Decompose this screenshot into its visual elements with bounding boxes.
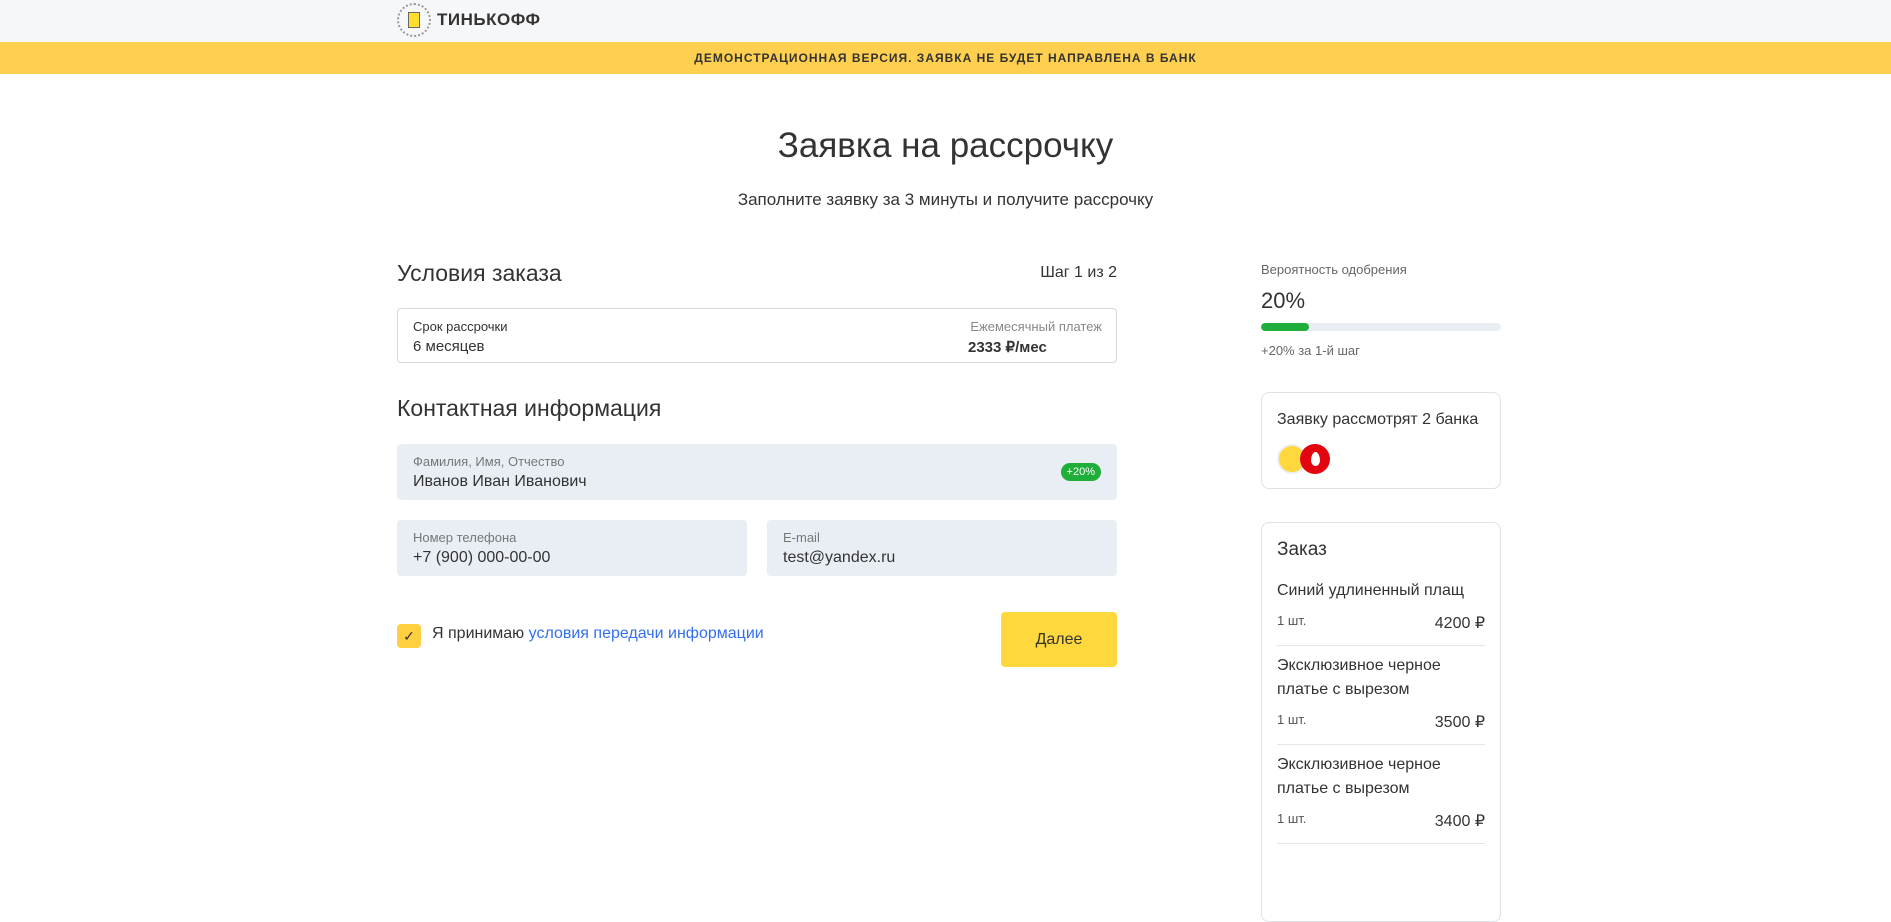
phone-field[interactable]: Номер телефона +7 (900) 000-00-00 <box>397 520 747 576</box>
bonus-badge: +20% <box>1060 463 1101 481</box>
phone-value: +7 (900) 000-00-00 <box>413 549 551 566</box>
full-name-label: Фамилия, Имя, Отчество <box>413 454 565 469</box>
approval-value: 20% <box>1261 288 1306 313</box>
banks-card: Заявку рассмотрят 2 банка <box>1261 392 1501 489</box>
approval-label: Вероятность одобрения <box>1261 262 1407 277</box>
item-price: 3400 ₽ <box>1434 813 1485 830</box>
payment-value: 2333 ₽/мес <box>968 339 1047 356</box>
order-item: Синий удлиненный плащ 1 шт. 4200 ₽ <box>1277 571 1485 646</box>
item-qty: 1 шт. <box>1277 712 1307 727</box>
full-name-field[interactable]: Фамилия, Имя, Отчество Иванов Иван Ивано… <box>397 444 1117 500</box>
contact-heading: Контактная информация <box>397 395 662 421</box>
mts-bank-icon <box>1300 444 1330 474</box>
item-price: 4200 ₽ <box>1434 615 1485 632</box>
item-price: 3500 ₽ <box>1434 714 1485 731</box>
term-label: Срок рассрочки <box>413 319 508 334</box>
order-title: Заказ <box>1277 539 1327 560</box>
item-name: Эксклюзивное черное платье с вырезом <box>1277 756 1441 797</box>
item-name: Эксклюзивное черное платье с вырезом <box>1277 657 1441 698</box>
payment-label: Ежемесячный платеж <box>970 319 1102 334</box>
approval-progress-bar <box>1261 323 1501 331</box>
phone-label: Номер телефона <box>413 530 517 545</box>
email-label: E-mail <box>783 530 820 545</box>
email-field[interactable]: E-mail test@yandex.ru <box>767 520 1117 576</box>
item-name: Синий удлиненный плащ <box>1277 582 1465 599</box>
logo-text: ТИНЬКОФФ <box>437 10 541 29</box>
page-subtitle: Заполните заявку за 3 минуты и получите … <box>737 190 1154 209</box>
step-indicator: Шаг 1 из 2 <box>1040 264 1117 281</box>
agree-label: Я принимаю <box>432 625 529 642</box>
demo-banner: ДЕМОНСТРАЦИОННАЯ ВЕРСИЯ. ЗАЯВКА НЕ БУДЕТ… <box>0 42 1891 74</box>
agree-text: Я принимаю условия передачи информации <box>432 625 764 643</box>
check-icon: ✓ <box>403 628 415 644</box>
page-title: Заявка на рассрочку <box>777 126 1114 165</box>
term-value: 6 месяцев <box>413 338 485 355</box>
approval-hint: +20% за 1-й шаг <box>1261 343 1360 358</box>
email-value: test@yandex.ru <box>783 549 896 566</box>
conditions-heading: Условия заказа <box>397 260 562 286</box>
approval-progress-fill <box>1261 323 1309 331</box>
agree-checkbox[interactable]: ✓ <box>397 624 421 648</box>
order-conditions-box[interactable]: Срок рассрочки 6 месяцев Ежемесячный пла… <box>397 308 1117 363</box>
header: ТИНЬКОФФ <box>0 0 1891 42</box>
full-name-value: Иванов Иван Иванович <box>413 473 587 490</box>
terms-link[interactable]: условия передачи информации <box>529 625 764 642</box>
tinkoff-emblem-icon <box>397 3 431 37</box>
order-item: Эксклюзивное черное платье с вырезом 1 шт… <box>1277 745 1485 844</box>
item-qty: 1 шт. <box>1277 613 1307 628</box>
order-item: Эксклюзивное черное платье с вырезом 1 шт… <box>1277 646 1485 745</box>
banks-title: Заявку рассмотрят 2 банка <box>1277 411 1479 428</box>
order-card: Заказ Синий удлиненный плащ 1 шт. 4200 ₽ Эк… <box>1261 522 1501 922</box>
next-button[interactable]: Далее <box>1001 612 1117 667</box>
logo[interactable]: ТИНЬКОФФ <box>397 3 541 37</box>
item-qty: 1 шт. <box>1277 811 1307 826</box>
